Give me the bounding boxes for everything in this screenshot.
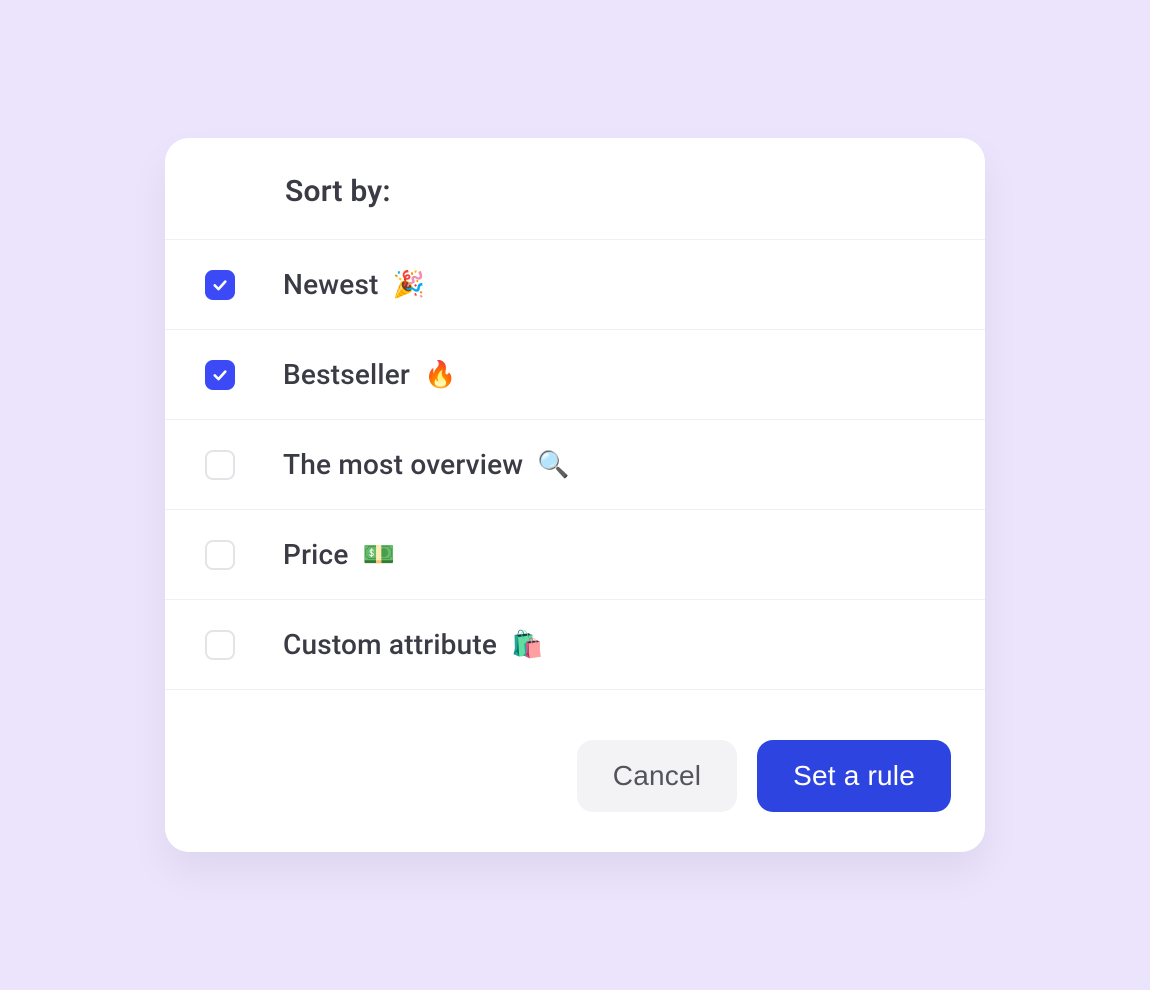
option-label: Price: [283, 538, 349, 571]
option-row-most-overview[interactable]: The most overview 🔍: [165, 419, 985, 509]
option-label: Custom attribute: [283, 628, 497, 661]
checkbox-newest[interactable]: [205, 270, 235, 300]
check-icon: [211, 366, 229, 384]
option-label: The most overview: [283, 448, 523, 481]
modal-footer: Cancel Set a rule: [165, 689, 985, 852]
party-popper-icon: 🎉: [393, 270, 425, 300]
option-row-custom-attribute[interactable]: Custom attribute 🛍️: [165, 599, 985, 689]
option-label: Newest: [283, 268, 379, 301]
check-icon: [211, 276, 229, 294]
modal-title: Sort by:: [285, 174, 945, 209]
sort-modal: Sort by: Newest 🎉 Bestseller 🔥 The most …: [165, 138, 985, 852]
set-rule-button[interactable]: Set a rule: [757, 740, 951, 812]
shopping-bags-icon: 🛍️: [511, 630, 543, 660]
magnifying-glass-icon: 🔍: [537, 450, 569, 480]
option-row-newest[interactable]: Newest 🎉: [165, 239, 985, 329]
checkbox-most-overview[interactable]: [205, 450, 235, 480]
option-row-price[interactable]: Price 💵: [165, 509, 985, 599]
dollar-banknote-icon: 💵: [363, 540, 395, 570]
option-label: Bestseller: [283, 358, 410, 391]
checkbox-bestseller[interactable]: [205, 360, 235, 390]
cancel-button[interactable]: Cancel: [577, 740, 737, 812]
checkbox-price[interactable]: [205, 540, 235, 570]
option-row-bestseller[interactable]: Bestseller 🔥: [165, 329, 985, 419]
checkbox-custom-attribute[interactable]: [205, 630, 235, 660]
modal-header: Sort by:: [165, 138, 985, 239]
fire-icon: 🔥: [424, 360, 456, 390]
